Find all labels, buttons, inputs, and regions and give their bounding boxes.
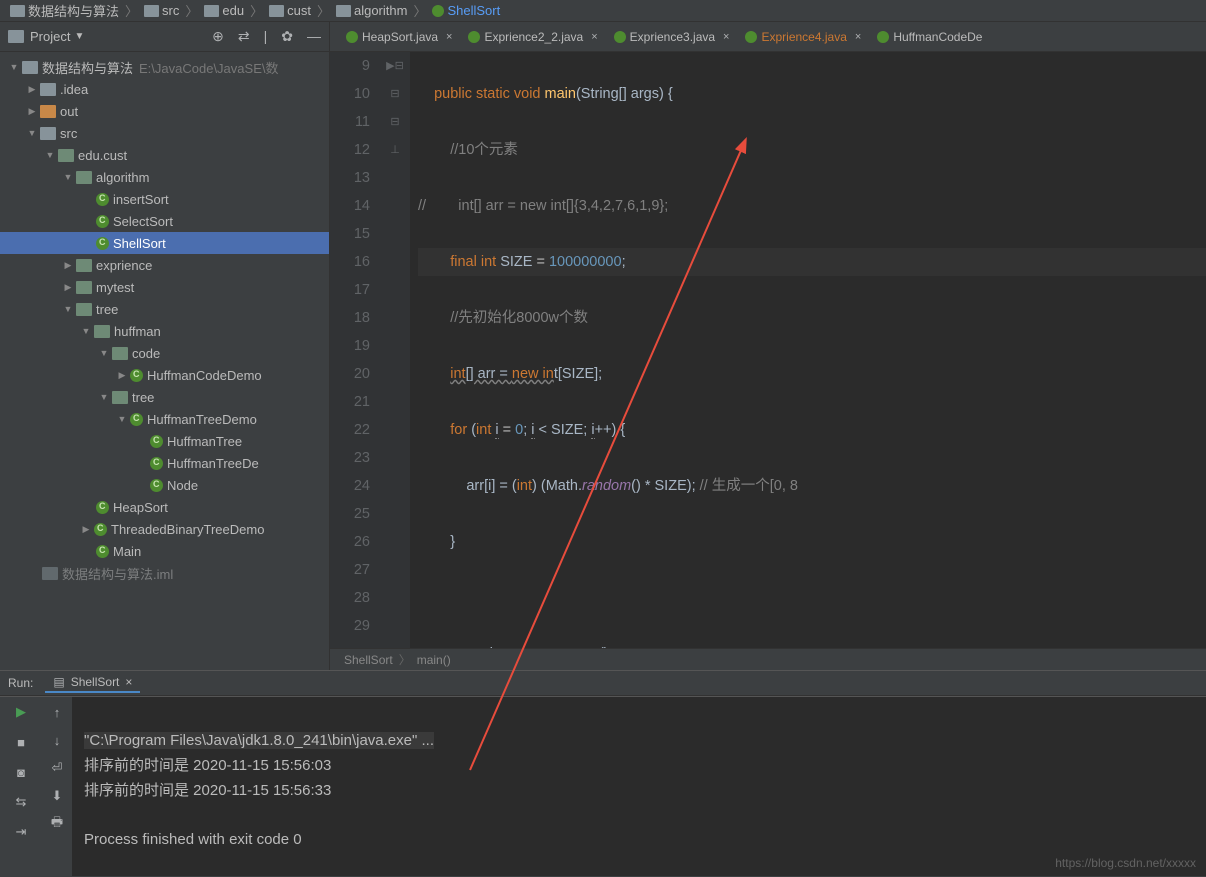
watermark: https://blog.csdn.net/xxxxx: [1055, 856, 1196, 870]
annotation-arrow: [0, 0, 1206, 876]
